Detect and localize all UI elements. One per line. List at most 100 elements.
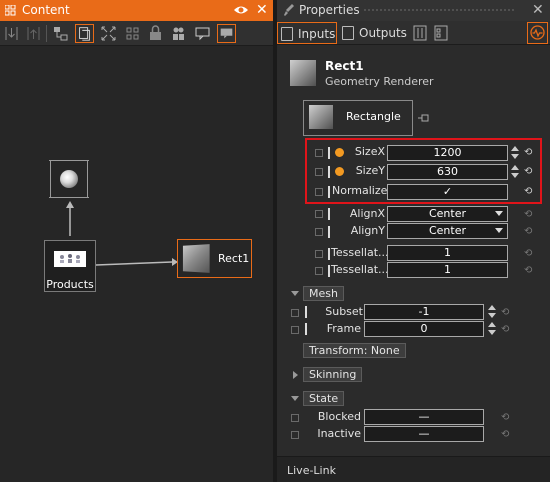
- eye-icon[interactable]: [233, 4, 249, 16]
- blocked-checkbox[interactable]: [291, 414, 299, 422]
- sizey-bar: [328, 166, 330, 178]
- rect1-node[interactable]: Rect1: [177, 239, 252, 278]
- node-tree-icon[interactable]: [51, 24, 70, 43]
- normalize-label: Normalize: [332, 184, 388, 197]
- sizex-checkbox[interactable]: [315, 149, 323, 157]
- connection-wire: [95, 261, 173, 266]
- tessellation-y-bar: [328, 265, 330, 277]
- frame-reset-icon[interactable]: ⟲: [501, 325, 510, 335]
- aligny-reset-icon[interactable]: ⟲: [524, 227, 533, 237]
- blocked-reset-icon[interactable]: ⟲: [501, 413, 510, 423]
- aligny-checkbox[interactable]: [315, 228, 323, 236]
- normalize-toggle[interactable]: ✓: [387, 184, 508, 200]
- tessellation-x-reset-icon[interactable]: ⟲: [524, 249, 533, 259]
- alignx-checkbox[interactable]: [315, 210, 323, 218]
- sizey-checkbox[interactable]: [315, 168, 323, 176]
- tab-outputs-label: Outputs: [359, 26, 407, 40]
- alignx-value: Center: [428, 207, 467, 220]
- object-name: Rect1: [325, 59, 364, 73]
- aligny-dropdown[interactable]: Center: [387, 223, 508, 239]
- sizex-field[interactable]: 1200: [387, 145, 508, 161]
- comment-filled-icon[interactable]: [217, 24, 236, 43]
- tab-inputs-label: Inputs: [298, 27, 336, 41]
- frame-spinner[interactable]: [488, 322, 497, 336]
- sizex-animated-dot[interactable]: [335, 148, 344, 157]
- expand-icon[interactable]: [99, 24, 118, 43]
- sizey-animated-dot[interactable]: [335, 167, 344, 176]
- link-icon[interactable]: [418, 113, 430, 123]
- layers-icon[interactable]: [75, 24, 94, 43]
- content-panel: Content ✕ Products Rect1: [0, 0, 273, 482]
- tab-monitor[interactable]: [527, 22, 548, 44]
- geometry-cube-icon: [182, 244, 210, 273]
- products-thumbnail: [54, 251, 86, 267]
- normalize-reset-icon[interactable]: ⟲: [524, 187, 533, 197]
- node-graph: Products Rect1: [0, 46, 273, 482]
- frame-field[interactable]: 0: [364, 321, 484, 337]
- inactive-field[interactable]: —: [364, 426, 484, 442]
- mesh-collapse-icon[interactable]: [291, 291, 299, 296]
- grid-view-icon[interactable]: [123, 24, 142, 43]
- livelink-label: Live-Link: [287, 464, 336, 477]
- sizex-bar: [328, 147, 330, 159]
- subset-reset-icon[interactable]: ⟲: [501, 308, 510, 318]
- transform-button[interactable]: Transform: None: [303, 343, 406, 358]
- camera-sphere-icon: [60, 170, 78, 188]
- products-node[interactable]: Products: [44, 240, 96, 292]
- blocked-field[interactable]: —: [364, 409, 484, 425]
- frame-checkbox[interactable]: [291, 326, 299, 334]
- sizey-field[interactable]: 630: [387, 164, 508, 180]
- drag-grip[interactable]: [363, 8, 516, 13]
- tessellation-y-reset-icon[interactable]: ⟲: [524, 266, 533, 276]
- sizex-label: SizeX: [354, 145, 385, 158]
- properties-titlebar: Properties ✕: [277, 0, 550, 21]
- shape-slot[interactable]: Rectangle: [303, 100, 413, 136]
- rect1-node-label: Rect1: [218, 252, 250, 265]
- mesh-section-button[interactable]: Mesh: [303, 286, 344, 301]
- users-icon[interactable]: [169, 24, 188, 43]
- lock-icon[interactable]: [146, 24, 165, 43]
- frame-bar: [305, 323, 307, 335]
- content-title: Content: [22, 3, 70, 17]
- skinning-expand-icon[interactable]: [293, 371, 298, 379]
- sizex-spinner[interactable]: [511, 146, 520, 160]
- inactive-checkbox[interactable]: [291, 431, 299, 439]
- tessellation-x-field[interactable]: 1: [387, 245, 508, 261]
- close-icon[interactable]: ✕: [532, 2, 544, 18]
- alignx-dropdown[interactable]: Center: [387, 206, 508, 222]
- subset-spinner[interactable]: [488, 305, 497, 319]
- subset-bar: [305, 306, 307, 318]
- shape-label: Rectangle: [346, 110, 401, 123]
- inputs-icon: [281, 27, 293, 41]
- sizey-reset-icon[interactable]: ⟲: [524, 167, 533, 177]
- tessellation-x-checkbox[interactable]: [315, 250, 323, 258]
- people-icon: [60, 254, 80, 263]
- camera-node[interactable]: [49, 160, 89, 198]
- close-icon[interactable]: ✕: [256, 2, 268, 18]
- connection-arrow: [66, 201, 74, 208]
- tab-outputs[interactable]: Outputs: [339, 22, 409, 44]
- normalize-checkbox[interactable]: [315, 188, 323, 196]
- sizey-spinner[interactable]: [511, 165, 520, 179]
- tessellation-y-field[interactable]: 1: [387, 262, 508, 278]
- skinning-section-button[interactable]: Skinning: [303, 367, 363, 382]
- sizex-reset-icon[interactable]: ⟲: [524, 148, 533, 158]
- alignx-reset-icon[interactable]: ⟲: [524, 210, 533, 220]
- tab-parameters[interactable]: [411, 22, 429, 44]
- subset-checkbox[interactable]: [291, 309, 299, 317]
- tab-events[interactable]: [432, 22, 450, 44]
- list-icon: [434, 25, 448, 41]
- tessellation-y-label: Tessellat...: [331, 263, 389, 276]
- tessellation-y-checkbox[interactable]: [315, 267, 323, 275]
- state-collapse-icon[interactable]: [291, 396, 299, 401]
- livelink-bar[interactable]: Live-Link: [277, 456, 550, 482]
- subset-field[interactable]: -1: [364, 304, 484, 320]
- tab-inputs[interactable]: Inputs: [277, 22, 337, 44]
- object-type: Geometry Renderer: [325, 75, 434, 88]
- blocked-label: Blocked: [317, 410, 361, 423]
- state-section-button[interactable]: State: [303, 391, 345, 406]
- comment-icon[interactable]: [193, 24, 212, 43]
- import-icon[interactable]: [2, 24, 21, 43]
- inactive-reset-icon[interactable]: ⟲: [501, 430, 510, 440]
- export-icon[interactable]: [24, 24, 43, 43]
